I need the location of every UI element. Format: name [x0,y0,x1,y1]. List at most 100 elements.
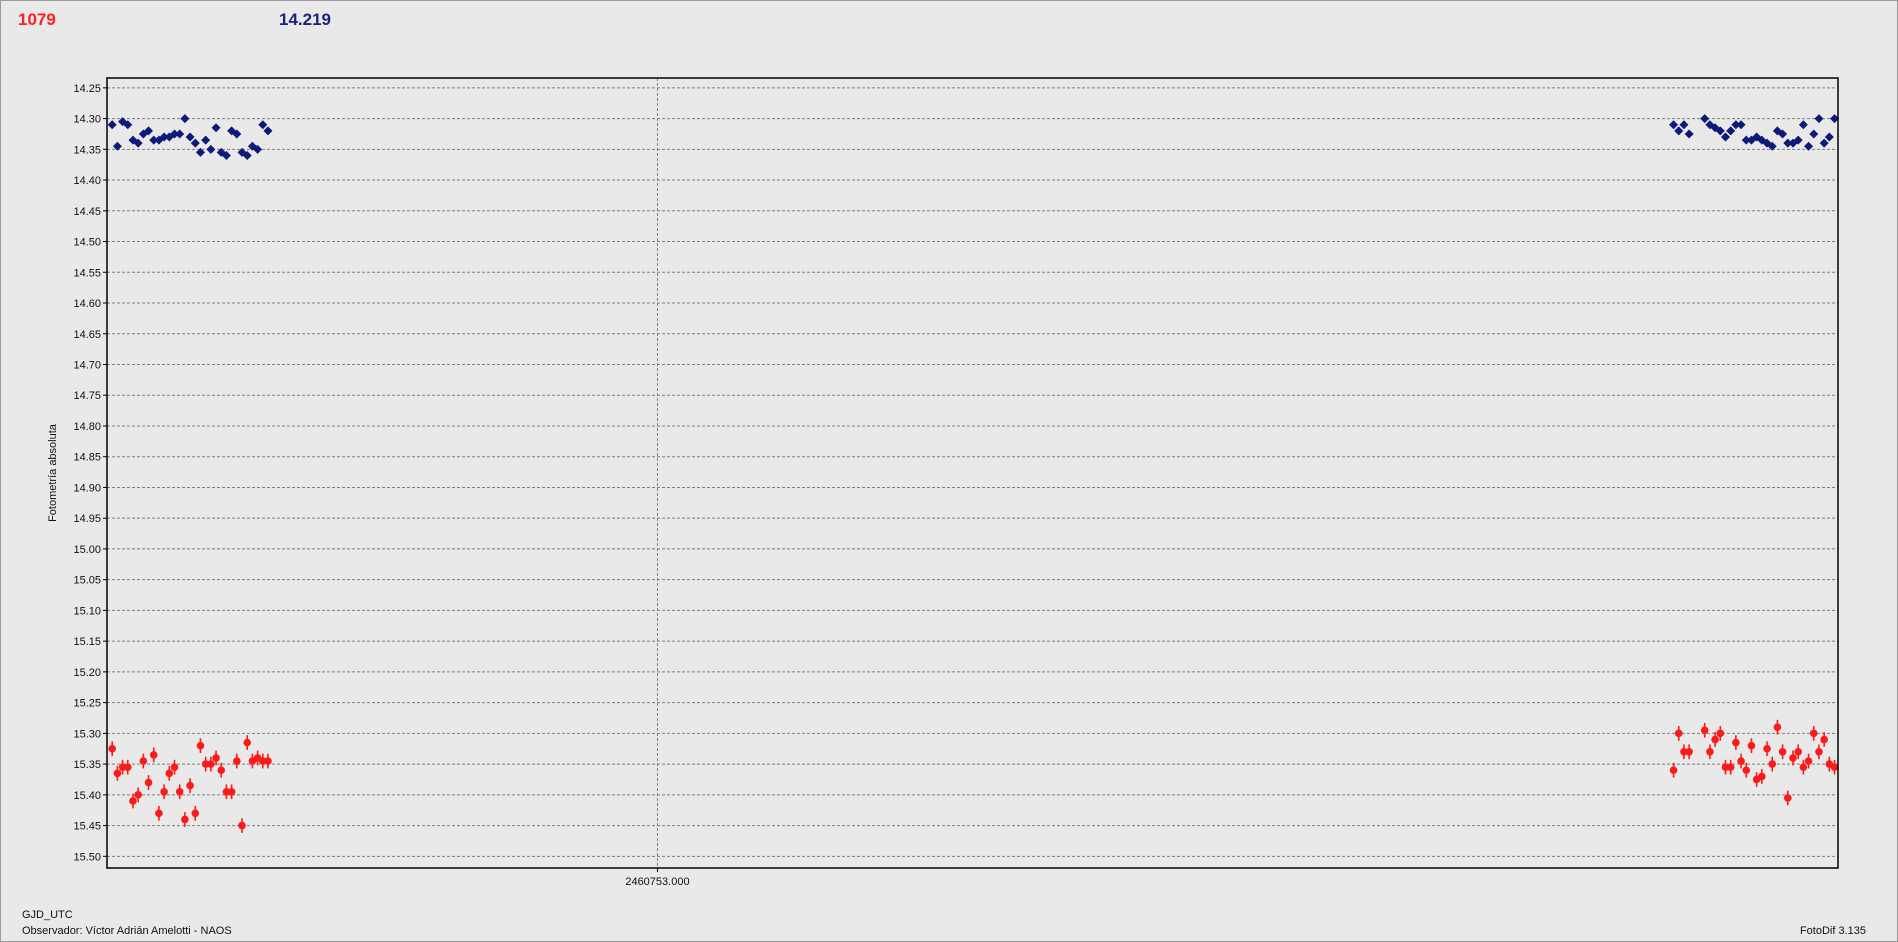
data-point-red [181,812,189,827]
marker-circle [1778,748,1787,756]
data-point-blue [1809,129,1819,139]
data-point-red [175,784,184,800]
plot-area-border [106,77,1839,869]
data-point-red [1815,744,1823,760]
data-point-red [1726,759,1735,775]
marker-circle [139,757,148,765]
lightcurve-chart: 14.25 14.30 14.35 14.40 14.45 14.50 14.55 14.60… [47,77,1840,888]
marker-diamond [1669,120,1679,130]
data-point-blue [185,132,195,142]
marker-diamond [190,138,200,148]
marker-circle [1732,738,1740,747]
y-tick-label: 15.15 [73,636,101,648]
data-point-blue [1819,138,1829,148]
data-point-red [217,762,226,778]
marker-diamond [1824,132,1834,142]
marker-circle [160,787,168,796]
marker-diamond [263,126,273,136]
marker-circle [243,738,252,747]
marker-circle [1815,748,1823,756]
y-tick-label: 14.30 [73,114,101,126]
y-axis-label: Fotometría absoluta [47,423,59,522]
marker-circle [264,757,272,765]
data-point-red [1768,756,1777,772]
data-point-blue [107,120,117,130]
marker-diamond [1700,114,1710,124]
marker-circle [155,809,163,818]
y-tick-label: 14.70 [73,359,101,371]
y-tick-label: 15.40 [73,790,101,802]
y-tick-label: 14.55 [73,267,101,279]
software-version-label: FotoDif 3.135 [1799,925,1866,937]
y-tick-label: 15.20 [73,667,101,679]
y-tick-label: 15.25 [73,698,101,710]
data-point-red [243,735,252,750]
data-point-blue [175,129,185,139]
data-point-blue [1679,120,1689,130]
y-tick-label: 14.40 [73,175,101,187]
data-point-blue [1684,129,1694,139]
data-point-red [1778,744,1787,760]
data-point-red [238,818,246,833]
marker-circle [1700,726,1709,735]
marker-diamond [201,135,211,145]
data-point-blue [1824,132,1834,142]
data-point-red [1763,741,1771,757]
marker-circle [233,757,241,765]
y-tick-label: 14.80 [73,421,101,433]
marker-circle [1716,729,1725,738]
data-point-blue [263,126,273,136]
tick-label-layer: 14.25 14.30 14.35 14.40 14.45 14.50 14.55 14.60… [73,83,689,888]
data-point-red [139,753,148,769]
marker-circle [1799,763,1808,771]
y-tick-label: 14.90 [73,482,101,494]
marker-circle [227,787,236,796]
marker-diamond [1819,138,1829,148]
marker-circle [134,791,142,799]
marker-diamond [1684,129,1694,139]
marker-circle [1784,794,1792,802]
data-point-red [1784,790,1792,806]
marker-circle [1742,766,1751,775]
marker-diamond [185,132,195,142]
data-point-blue [190,138,200,148]
data-point-red [233,753,241,769]
y-tick-label: 15.35 [73,759,101,771]
data-point-red [155,805,163,821]
marker-circle [238,821,246,830]
x-tick-label: 2460753.000 [625,876,689,888]
y-tick-label: 14.95 [73,513,101,525]
data-point-red [1669,762,1678,778]
data-point-red [160,784,168,800]
data-point-red [196,738,205,754]
marker-diamond [1798,120,1808,130]
data-point-red [1773,719,1782,735]
marker-circle [170,763,179,771]
marker-circle [181,815,189,824]
marker-circle [1763,744,1771,753]
data-point-blue [1669,120,1679,130]
marker-circle [217,766,226,775]
marker-circle [196,741,205,750]
marker-circle [1804,757,1813,765]
y-tick-label: 14.35 [73,144,101,156]
marker-circle [1773,723,1782,732]
data-point-red [1732,735,1740,750]
marker-circle [1747,741,1756,750]
data-point-blue [1720,132,1730,142]
data-point-red [1685,744,1693,760]
marker-circle [175,787,184,796]
marker-circle [1706,748,1714,756]
marker-circle [1674,729,1683,738]
data-point-red [186,778,194,793]
marker-circle [1794,748,1802,756]
y-tick-label: 14.50 [73,237,101,249]
marker-circle [1830,763,1839,771]
marker-circle [149,751,158,759]
marker-circle [1669,766,1678,775]
marker-diamond [1736,120,1746,130]
y-tick-label: 15.30 [73,728,101,740]
data-point-red [1809,725,1818,741]
marker-circle [123,763,132,771]
marker-circle [1820,735,1828,744]
